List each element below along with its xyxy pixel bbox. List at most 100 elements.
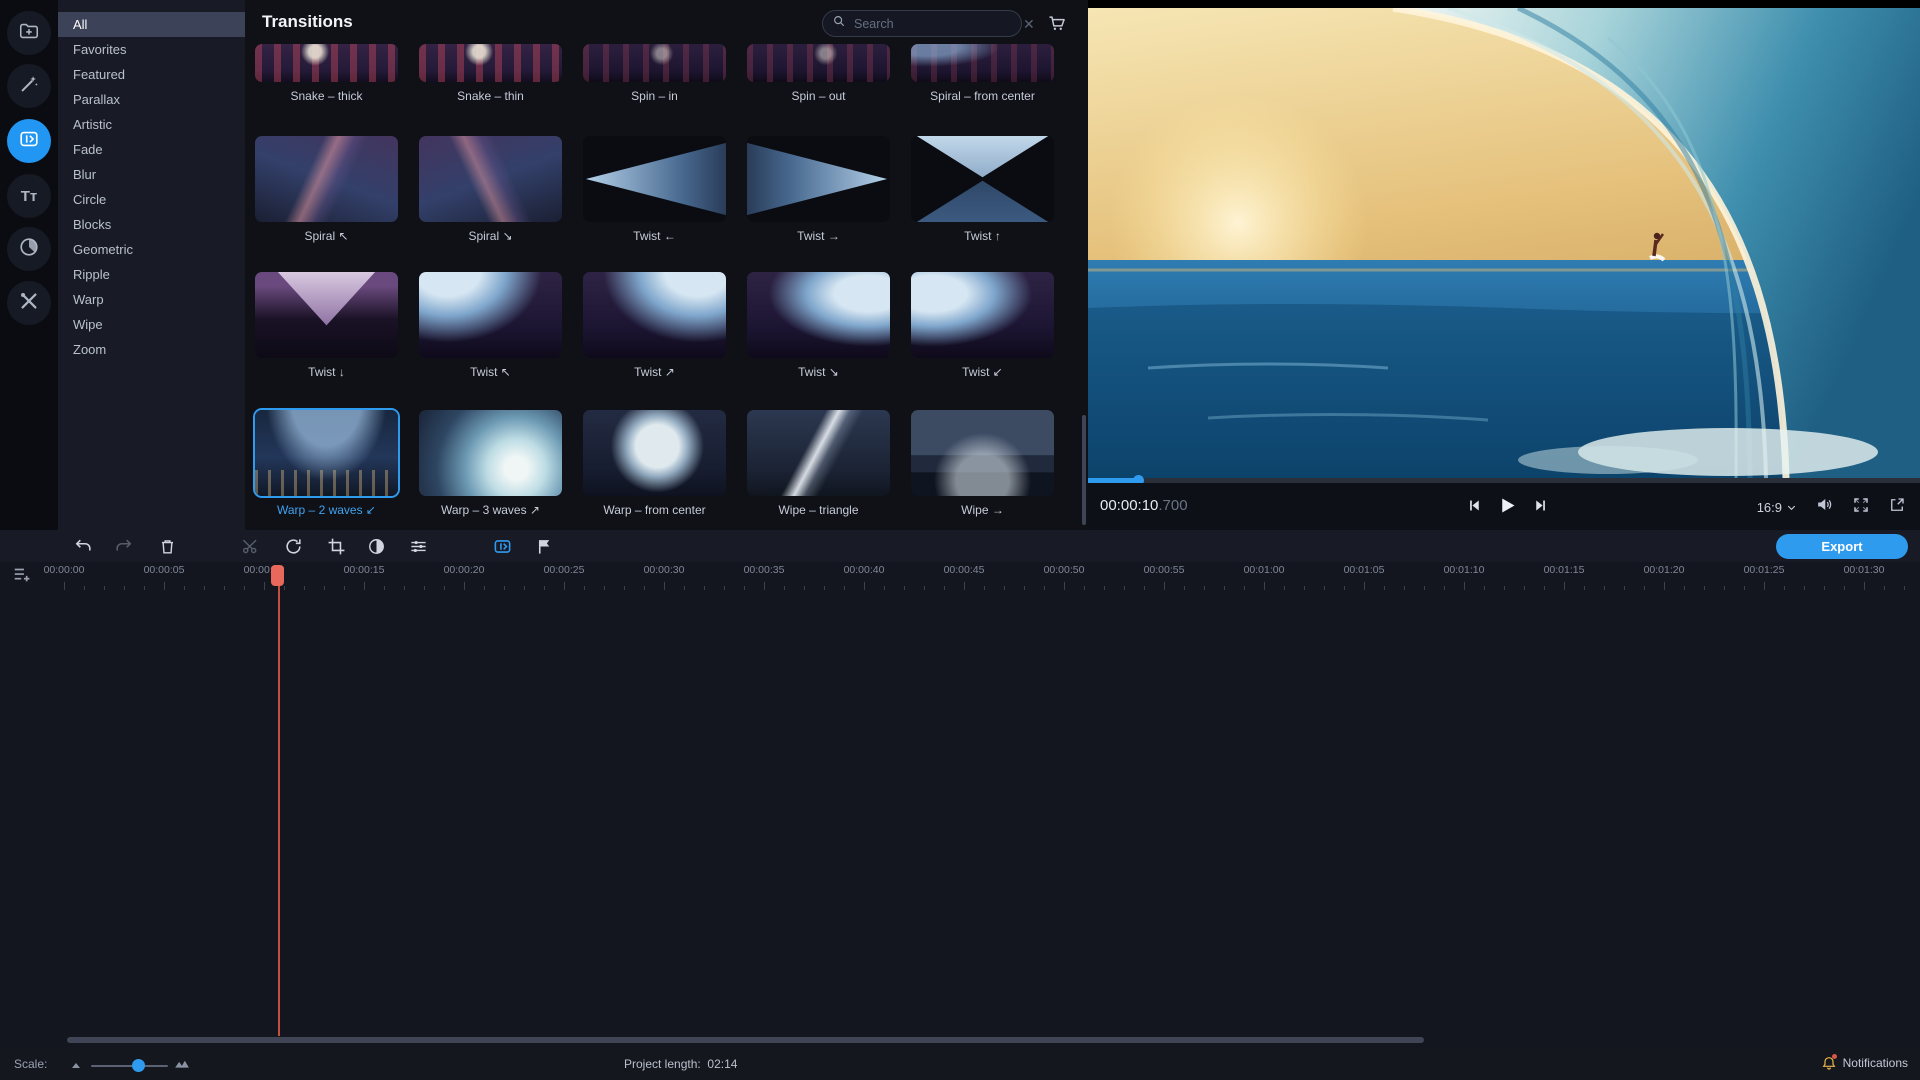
play-button[interactable] [1497, 495, 1518, 516]
transition-tile[interactable] [747, 44, 890, 82]
ruler-tick [124, 586, 125, 590]
store-cart-icon[interactable] [1047, 13, 1067, 38]
cut-button[interactable] [237, 533, 263, 559]
marker-flag-button[interactable] [531, 533, 557, 559]
transition-tile[interactable] [747, 136, 890, 222]
category-item-geometric[interactable]: Geometric [58, 237, 245, 262]
transition-tile-label: Warp – 2 waves ↙ [277, 503, 376, 517]
import-media-button[interactable] [7, 11, 51, 55]
notifications-button[interactable]: Notifications [1821, 1054, 1908, 1071]
transition-tile[interactable] [419, 44, 562, 82]
search-input[interactable] [846, 16, 1023, 31]
transition-tile[interactable] [419, 136, 562, 222]
export-button[interactable]: Export [1776, 534, 1908, 559]
transition-tile[interactable] [747, 410, 890, 496]
more-tools-button[interactable] [7, 281, 51, 325]
ruler-tick [244, 586, 245, 590]
category-item-warp[interactable]: Warp [58, 287, 245, 312]
category-item-all[interactable]: All [58, 12, 245, 37]
ruler-tick [804, 586, 805, 590]
crop-button[interactable] [323, 533, 349, 559]
search-box[interactable]: ✕ [822, 10, 1035, 37]
clock-pie-icon [18, 236, 40, 263]
category-item-zoom[interactable]: Zoom [58, 337, 245, 362]
category-item-blocks[interactable]: Blocks [58, 212, 245, 237]
transition-tile[interactable] [419, 410, 562, 496]
redo-button[interactable] [110, 533, 136, 559]
transition-tile-label: Wipe → [961, 503, 1004, 517]
zoom-in-icon[interactable] [174, 1056, 190, 1075]
preview-player: 00:00:10.700 16:9 [1088, 0, 1920, 530]
timeline-zoom-slider[interactable] [91, 1065, 168, 1067]
transition-tile-label: Twist ← [633, 229, 676, 243]
detach-window-icon[interactable] [1888, 496, 1906, 519]
category-item-featured[interactable]: Featured [58, 62, 245, 87]
timeline-scrollbar[interactable] [67, 1037, 1424, 1043]
ruler-tick [1324, 586, 1325, 590]
ruler-tick [604, 586, 605, 590]
timeline-ruler[interactable]: 00:00:00 00:00:05 00:00:10 00:00:15 00:00:20… [0, 562, 1920, 592]
transition-tile[interactable] [419, 272, 562, 358]
transition-tile[interactable] [583, 410, 726, 496]
ruler-tick [1284, 586, 1285, 590]
category-item-favorites[interactable]: Favorites [58, 37, 245, 62]
ruler-tick [1164, 582, 1165, 590]
stickers-button[interactable] [7, 227, 51, 271]
ruler-tick [984, 586, 985, 590]
transition-button[interactable] [489, 533, 515, 559]
color-adjust-button[interactable] [363, 533, 389, 559]
filter-settings-button[interactable] [405, 533, 431, 559]
transitions-panel: Transitions ✕ Snake – thick Snake – thin S… [245, 0, 1088, 530]
transitions-button[interactable] [7, 119, 51, 163]
transition-tile[interactable] [255, 44, 398, 82]
volume-icon[interactable] [1815, 495, 1834, 519]
ruler-tick [644, 586, 645, 590]
search-clear-icon[interactable]: ✕ [1023, 17, 1035, 31]
fullscreen-icon[interactable] [1852, 496, 1870, 519]
category-item-circle[interactable]: Circle [58, 187, 245, 212]
ruler-tick [1724, 586, 1725, 590]
transition-tile[interactable] [255, 410, 398, 496]
transition-tile[interactable] [911, 272, 1054, 358]
category-item-parallax[interactable]: Parallax [58, 87, 245, 112]
transition-tile[interactable] [255, 136, 398, 222]
transition-tile[interactable] [911, 44, 1054, 82]
notifications-label: Notifications [1842, 1056, 1908, 1070]
panel-scrollbar[interactable] [1082, 415, 1086, 525]
playhead-handle[interactable] [271, 565, 284, 586]
add-track-button[interactable] [12, 564, 34, 586]
ruler-timestamp: 00:00:30 [643, 564, 685, 576]
ruler-tick [664, 582, 665, 590]
category-item-artistic[interactable]: Artistic [58, 112, 245, 137]
zoom-out-icon[interactable] [70, 1058, 82, 1076]
transition-tile[interactable] [255, 272, 398, 358]
timeline-zoom-handle[interactable] [132, 1059, 145, 1072]
ruler-tick [1844, 586, 1845, 590]
transition-tile[interactable] [583, 136, 726, 222]
category-item-ripple[interactable]: Ripple [58, 262, 245, 287]
prev-frame-button[interactable] [1466, 497, 1483, 514]
transition-tile[interactable] [747, 272, 890, 358]
rotate-button[interactable] [280, 533, 306, 559]
transition-tile-label: Snake – thick [290, 89, 363, 103]
aspect-ratio-dropdown[interactable]: 16:9 [1757, 500, 1797, 515]
category-item-blur[interactable]: Blur [58, 162, 245, 187]
ruler-tick [1644, 586, 1645, 590]
transition-tile[interactable] [911, 410, 1054, 496]
category-item-fade[interactable]: Fade [58, 137, 245, 162]
ruler-tick [1184, 586, 1185, 590]
next-frame-button[interactable] [1532, 497, 1549, 514]
transition-tile[interactable] [583, 44, 726, 82]
transition-tile[interactable] [583, 272, 726, 358]
transition-tile[interactable] [911, 136, 1054, 222]
transition-tile-label: Spiral ↘ [468, 229, 513, 243]
ruler-tick [204, 586, 205, 590]
filters-button[interactable] [7, 64, 51, 108]
undo-button[interactable] [70, 533, 96, 559]
delete-button[interactable] [154, 533, 180, 559]
panel-title: Transitions [262, 12, 353, 31]
titles-button[interactable]: Tт [7, 174, 51, 218]
transition-tile-label: Twist ↗ [634, 365, 675, 379]
category-item-wipe[interactable]: Wipe [58, 312, 245, 337]
ruler-tick [284, 586, 285, 590]
